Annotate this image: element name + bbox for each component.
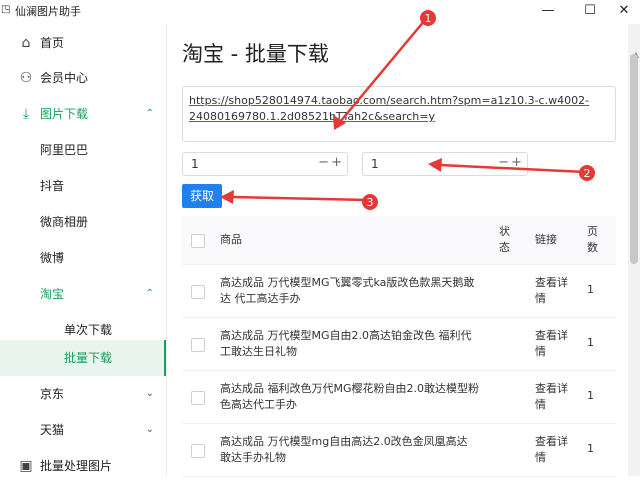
view-details-link[interactable]: 查看详情: [535, 434, 571, 466]
sidebar-item-image-download[interactable]: ⤓ 图片下载 ⌃: [0, 96, 166, 132]
sidebar-item-weibo[interactable]: 微博: [0, 240, 166, 276]
product-name: 高达成品 万代模型MG自由2.0高达铂金改色 福利代工敢达生日礼物: [220, 329, 472, 358]
sidebar-item-member-center[interactable]: ⚇ 会员中心: [0, 60, 166, 96]
home-icon: ⌂: [21, 35, 31, 51]
select-all-checkbox[interactable]: [191, 234, 205, 248]
close-button[interactable]: ✕: [606, 0, 640, 24]
product-name: 高达成品 万代模型mg自由高达2.0改色金凤凰高达 敢达手办礼物: [220, 435, 468, 464]
header-status: 状态: [499, 225, 510, 254]
window-title: 仙澜图片助手: [15, 5, 81, 18]
fetch-button[interactable]: 获取: [182, 184, 222, 208]
sidebar-item-douyin[interactable]: 抖音: [0, 168, 166, 204]
page-count: 1: [587, 336, 594, 349]
url-line: https://shop528014974.taobao.com/search.…: [189, 94, 590, 107]
sidebar-item-label: 会员中心: [40, 71, 89, 85]
row-checkbox[interactable]: [191, 338, 205, 352]
table-header: 商品 状态 链接 页数: [182, 216, 616, 265]
scrollbar[interactable]: ▲: [628, 24, 640, 476]
sidebar-item-label: 首页: [40, 36, 65, 50]
maximize-button[interactable]: ☐: [572, 0, 608, 24]
sidebar-item-wechat-album[interactable]: 微商相册: [0, 204, 166, 240]
title-bar: ◳ 仙澜图片助手 — ☐ ✕: [0, 0, 640, 24]
view-details-link[interactable]: 查看详情: [535, 328, 571, 360]
product-table: 商品 状态 链接 页数 高达成品 万代模型MG飞翼零式ka版改色款黑天鹅敢达 代…: [182, 216, 616, 477]
start-page-value: 1: [191, 157, 199, 171]
chevron-up-icon: ⌃: [145, 288, 154, 299]
table-row: 高达成品 万代模型mg自由高达2.0改色金凤凰高达 敢达手办礼物 查看详情 1: [182, 424, 616, 477]
page-count: 1: [587, 389, 594, 402]
user-icon: ⚇: [19, 70, 33, 86]
sidebar-item-label: 阿里巴巴: [40, 143, 89, 157]
main-content: 淘宝 - 批量下载 https://shop528014974.taobao.c…: [166, 24, 628, 477]
view-details-link[interactable]: 查看详情: [535, 275, 571, 307]
table-row: 高达成品 万代模型MG飞翼零式ka版改色款黑天鹅敢达 代工高达手办 查看详情 1: [182, 265, 616, 318]
url-textarea[interactable]: https://shop528014974.taobao.com/search.…: [182, 86, 616, 142]
header-product: 商品: [220, 233, 242, 246]
product-name: 高达成品 万代模型MG飞翼零式ka版改色款黑天鹅敢达 代工高达手办: [220, 276, 475, 305]
row-checkbox[interactable]: [191, 285, 205, 299]
chevron-down-icon: ⌄: [145, 388, 154, 399]
page-count: 1: [587, 442, 594, 455]
table-row: 高达成品 福利改色万代MG樱花粉自由2.0敢达模型粉色高达代工手办 查看详情 1: [182, 371, 616, 424]
url-line: 24080169780.1.2d08521bTTah2c&search=y: [189, 110, 435, 123]
sidebar-item-label: 批量下载: [64, 351, 113, 365]
start-page-input[interactable]: 1 − +: [182, 152, 348, 176]
increment-button[interactable]: +: [511, 155, 522, 170]
sidebar-item-batch-process-images[interactable]: ▣ 批量处理图片: [0, 448, 166, 484]
product-name: 高达成品 福利改色万代MG樱花粉自由2.0敢达模型粉色高达代工手办: [220, 382, 480, 411]
sidebar-item-tmall[interactable]: 天猫 ⌄: [0, 412, 166, 448]
app-logo-icon: ◳: [1, 4, 11, 15]
sidebar-item-label: 微商相册: [40, 215, 89, 229]
sidebar-item-batch-download[interactable]: 批量下载: [0, 340, 166, 376]
sidebar-item-home[interactable]: ⌂ 首页: [0, 25, 166, 61]
page-title: 淘宝 - 批量下载: [182, 42, 329, 66]
view-details-link[interactable]: 查看详情: [535, 381, 571, 413]
row-checkbox[interactable]: [191, 391, 205, 405]
download-icon: ⤓: [22, 106, 30, 122]
header-link: 链接: [535, 233, 557, 246]
sidebar-item-label: 京东: [40, 387, 65, 401]
end-page-input[interactable]: 1 − +: [362, 152, 528, 176]
page-count: 1: [587, 283, 594, 296]
sidebar-item-label: 天猫: [40, 423, 65, 437]
increment-button[interactable]: +: [331, 155, 342, 170]
end-page-value: 1: [371, 157, 379, 171]
decrement-button[interactable]: −: [318, 155, 329, 170]
sidebar-item-label: 淘宝: [40, 287, 65, 301]
sidebar-item-label: 图片下载: [40, 107, 89, 121]
table-row: 高达成品 万代模型MG自由2.0高达铂金改色 福利代工敢达生日礼物 查看详情 1: [182, 318, 616, 371]
sidebar-item-label: 批量处理图片: [40, 459, 113, 473]
image-icon: ▣: [19, 458, 33, 474]
chevron-down-icon: ⌄: [145, 424, 154, 435]
sidebar-item-alibaba[interactable]: 阿里巴巴: [0, 132, 166, 168]
sidebar-item-label: 微博: [40, 251, 65, 265]
chevron-up-icon: ⌃: [145, 108, 154, 119]
minimize-button[interactable]: —: [530, 0, 566, 24]
sidebar: ⌂ 首页 ⚇ 会员中心 ⤓ 图片下载 ⌃ 阿里巴巴 抖音 微商相册 微博 淘宝 …: [0, 24, 167, 476]
row-checkbox[interactable]: [191, 444, 205, 458]
sidebar-item-taobao[interactable]: 淘宝 ⌃: [0, 276, 166, 312]
header-pages: 页数: [587, 225, 598, 254]
scrollbar-thumb[interactable]: [630, 54, 638, 264]
decrement-button[interactable]: −: [498, 155, 509, 170]
sidebar-item-jd[interactable]: 京东 ⌄: [0, 376, 166, 412]
sidebar-item-label: 抖音: [40, 179, 65, 193]
